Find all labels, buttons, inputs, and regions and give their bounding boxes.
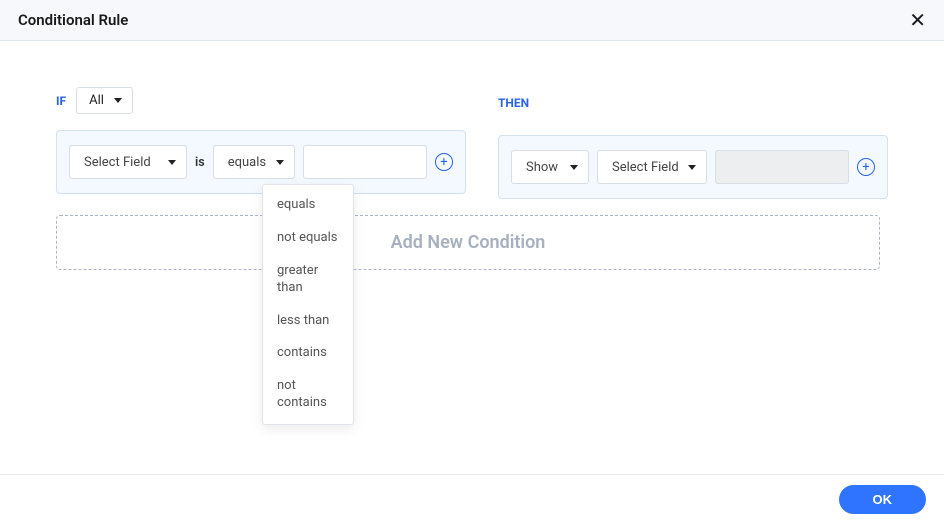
dialog-header: Conditional Rule ✕ (0, 0, 944, 41)
then-field-select[interactable]: Select Field (597, 150, 707, 184)
dialog-title: Conditional Rule (18, 11, 128, 29)
close-icon[interactable]: ✕ (909, 10, 926, 30)
operator-option[interactable]: greater than (263, 255, 353, 305)
if-scope-value: All (89, 93, 104, 108)
if-scope-select[interactable]: All (76, 87, 133, 114)
then-label: THEN (498, 96, 529, 110)
then-field-placeholder: Select Field (612, 160, 679, 175)
caret-down-icon (114, 98, 122, 103)
if-value-input[interactable] (303, 145, 427, 179)
then-value-input (715, 150, 849, 184)
operator-option[interactable]: equals (263, 189, 353, 222)
operator-option[interactable]: less than (263, 305, 353, 338)
caret-down-icon (688, 165, 696, 170)
then-action-select[interactable]: Show (511, 150, 589, 184)
caret-down-icon (570, 165, 578, 170)
caret-down-icon (168, 160, 176, 165)
then-action-box: Show Select Field + (498, 135, 888, 199)
operator-dropdown-menu: equals not equals greater than less than… (262, 184, 354, 425)
if-field-select[interactable]: Select Field (69, 145, 187, 179)
if-operator-value: equals (228, 155, 266, 170)
dialog-footer: OK (0, 474, 944, 524)
if-label: IF (56, 94, 66, 108)
add-action-icon[interactable]: + (857, 158, 875, 176)
operator-option[interactable]: not contains (263, 370, 353, 420)
then-action-value: Show (526, 160, 558, 175)
if-field-placeholder: Select Field (84, 155, 151, 170)
add-new-condition-button[interactable]: Add New Condition (56, 215, 880, 270)
is-label: is (195, 155, 205, 170)
if-operator-select[interactable]: equals (213, 145, 295, 179)
operator-option[interactable]: not equals (263, 222, 353, 255)
operator-option[interactable]: contains (263, 337, 353, 370)
add-condition-icon[interactable]: + (435, 153, 453, 171)
caret-down-icon (276, 160, 284, 165)
if-condition-box: Select Field is equals + equals not equa… (56, 130, 466, 194)
ok-button[interactable]: OK (839, 485, 927, 514)
